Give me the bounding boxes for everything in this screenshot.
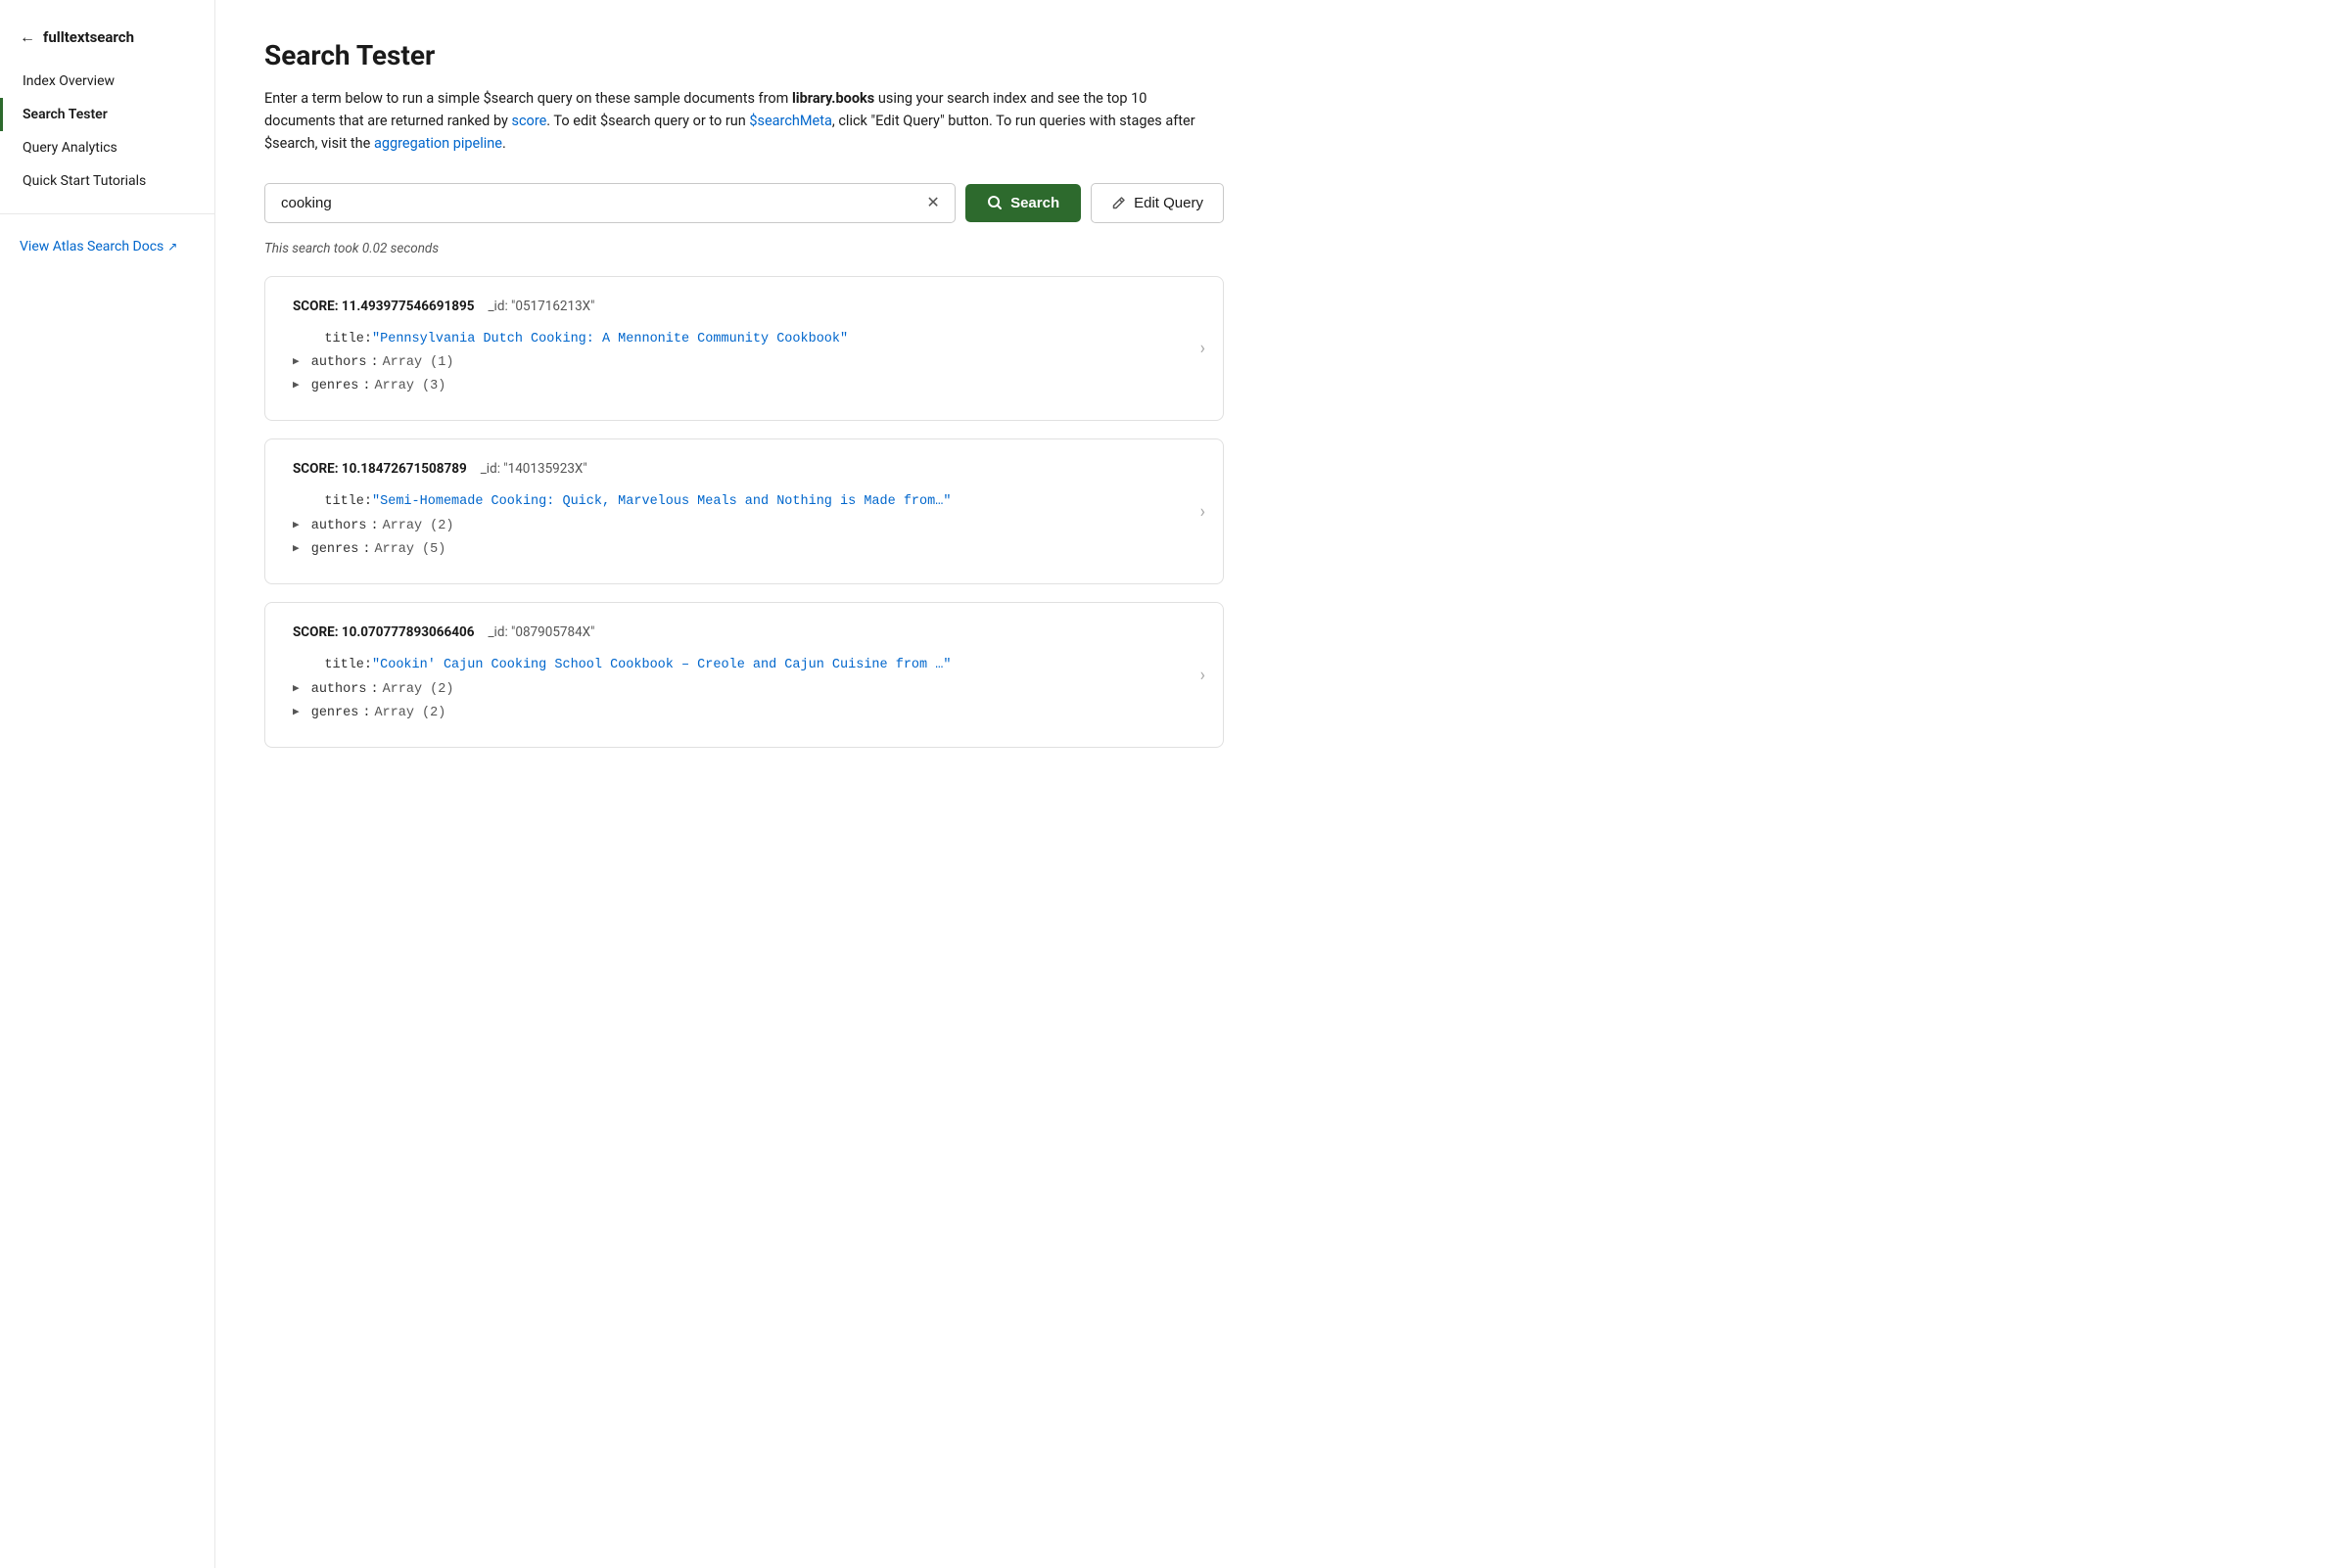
- pencil-icon: [1111, 196, 1126, 210]
- sidebar-item-index-overview[interactable]: Index Overview: [0, 65, 214, 98]
- external-link-icon: ↗: [167, 240, 177, 254]
- field-row-authors[interactable]: ▶ authors : Array (2): [293, 678, 1195, 702]
- id-label: _id: "087905784X": [488, 624, 594, 640]
- authors-key: authors: [304, 515, 367, 538]
- field-row-title: title : "Pennsylvania Dutch Cooking: A M…: [293, 328, 1195, 351]
- title-key: title: [293, 490, 364, 514]
- title-key: title: [293, 328, 364, 351]
- genres-value: Array (5): [374, 538, 445, 562]
- field-row-title: title : "Semi-Homemade Cooking: Quick, M…: [293, 490, 1195, 514]
- search-input[interactable]: [264, 183, 956, 223]
- title-value: "Cookin' Cajun Cooking School Cookbook –…: [372, 654, 951, 677]
- authors-value: Array (1): [383, 351, 454, 375]
- result-fields: title : "Pennsylvania Dutch Cooking: A M…: [293, 328, 1195, 399]
- search-button[interactable]: Search: [965, 184, 1081, 222]
- title-value: "Semi-Homemade Cooking: Quick, Marvelous…: [372, 490, 951, 514]
- sidebar-item-query-analytics[interactable]: Query Analytics: [0, 131, 214, 164]
- field-row-genres[interactable]: ▶ genres : Array (2): [293, 702, 1195, 725]
- id-label: _id: "051716213X": [488, 299, 594, 314]
- sidebar-item-search-tester[interactable]: Search Tester: [0, 98, 214, 131]
- sidebar-item-quick-start[interactable]: Quick Start Tutorials: [0, 164, 214, 198]
- result-header: SCORE: 11.493977546691895 _id: "05171621…: [293, 299, 1195, 314]
- authors-value: Array (2): [383, 515, 454, 538]
- result-card: SCORE: 10.18472671508789 _id: "140135923…: [264, 438, 1224, 584]
- view-atlas-search-docs-link[interactable]: View Atlas Search Docs ↗: [0, 230, 214, 263]
- genres-key: genres: [304, 375, 359, 398]
- result-header: SCORE: 10.18472671508789 _id: "140135923…: [293, 461, 1195, 477]
- search-bar-row: ✕ Search Edit Query: [264, 183, 1224, 223]
- title-key: title: [293, 654, 364, 677]
- genres-key: genres: [304, 538, 359, 562]
- authors-key: authors: [304, 678, 367, 702]
- result-fields: title : "Cookin' Cajun Cooking School Co…: [293, 654, 1195, 725]
- genres-value: Array (3): [374, 375, 445, 398]
- score-link[interactable]: score: [511, 113, 546, 129]
- result-fields: title : "Semi-Homemade Cooking: Quick, M…: [293, 490, 1195, 562]
- authors-value: Array (2): [383, 678, 454, 702]
- score-label: SCORE: 10.070777893066406: [293, 624, 474, 640]
- field-row-title: title : "Cookin' Cajun Cooking School Co…: [293, 654, 1195, 677]
- sidebar-back-label: fulltextsearch: [43, 28, 134, 46]
- description-text: Enter a term below to run a simple $sear…: [264, 87, 1204, 156]
- page-title: Search Tester: [264, 39, 2291, 71]
- expand-arrow-icon: ▶: [293, 517, 300, 536]
- title-value: "Pennsylvania Dutch Cooking: A Mennonite…: [372, 328, 848, 351]
- search-icon: [987, 195, 1003, 210]
- expand-arrow-icon: ▶: [293, 377, 300, 396]
- search-input-wrapper: ✕: [264, 183, 956, 223]
- result-expand-chevron[interactable]: ›: [1200, 339, 1205, 359]
- result-card: SCORE: 11.493977546691895 _id: "05171621…: [264, 276, 1224, 422]
- authors-key: authors: [304, 351, 367, 375]
- expand-arrow-icon: ▶: [293, 540, 300, 560]
- field-row-genres[interactable]: ▶ genres : Array (5): [293, 538, 1195, 562]
- result-card: SCORE: 10.070777893066406 _id: "08790578…: [264, 602, 1224, 748]
- expand-arrow-icon: ▶: [293, 680, 300, 700]
- field-row-authors[interactable]: ▶ authors : Array (2): [293, 515, 1195, 538]
- sidebar-nav: Index Overview Search Tester Query Analy…: [0, 65, 214, 198]
- genres-key: genres: [304, 702, 359, 725]
- aggregation-pipeline-link[interactable]: aggregation pipeline: [374, 135, 502, 152]
- score-label: SCORE: 10.18472671508789: [293, 461, 467, 477]
- search-time-text: This search took 0.02 seconds: [264, 241, 2291, 256]
- clear-input-button[interactable]: ✕: [922, 192, 944, 213]
- id-label: _id: "140135923X": [481, 461, 587, 477]
- result-header: SCORE: 10.070777893066406 _id: "08790578…: [293, 624, 1195, 640]
- searchmeta-link[interactable]: $searchMeta: [749, 113, 832, 129]
- back-arrow-icon: ←: [20, 27, 35, 47]
- score-label: SCORE: 11.493977546691895: [293, 299, 474, 314]
- result-expand-chevron[interactable]: ›: [1200, 665, 1205, 685]
- expand-arrow-icon: ▶: [293, 353, 300, 373]
- sidebar-back-link[interactable]: ← fulltextsearch: [0, 27, 214, 65]
- genres-value: Array (2): [374, 702, 445, 725]
- field-row-authors[interactable]: ▶ authors : Array (1): [293, 351, 1195, 375]
- expand-arrow-icon: ▶: [293, 704, 300, 723]
- main-content: Search Tester Enter a term below to run …: [215, 0, 2340, 1568]
- edit-query-button[interactable]: Edit Query: [1091, 183, 1224, 223]
- field-row-genres[interactable]: ▶ genres : Array (3): [293, 375, 1195, 398]
- sidebar-divider: [0, 213, 214, 214]
- sidebar: ← fulltextsearch Index Overview Search T…: [0, 0, 215, 1568]
- result-expand-chevron[interactable]: ›: [1200, 501, 1205, 522]
